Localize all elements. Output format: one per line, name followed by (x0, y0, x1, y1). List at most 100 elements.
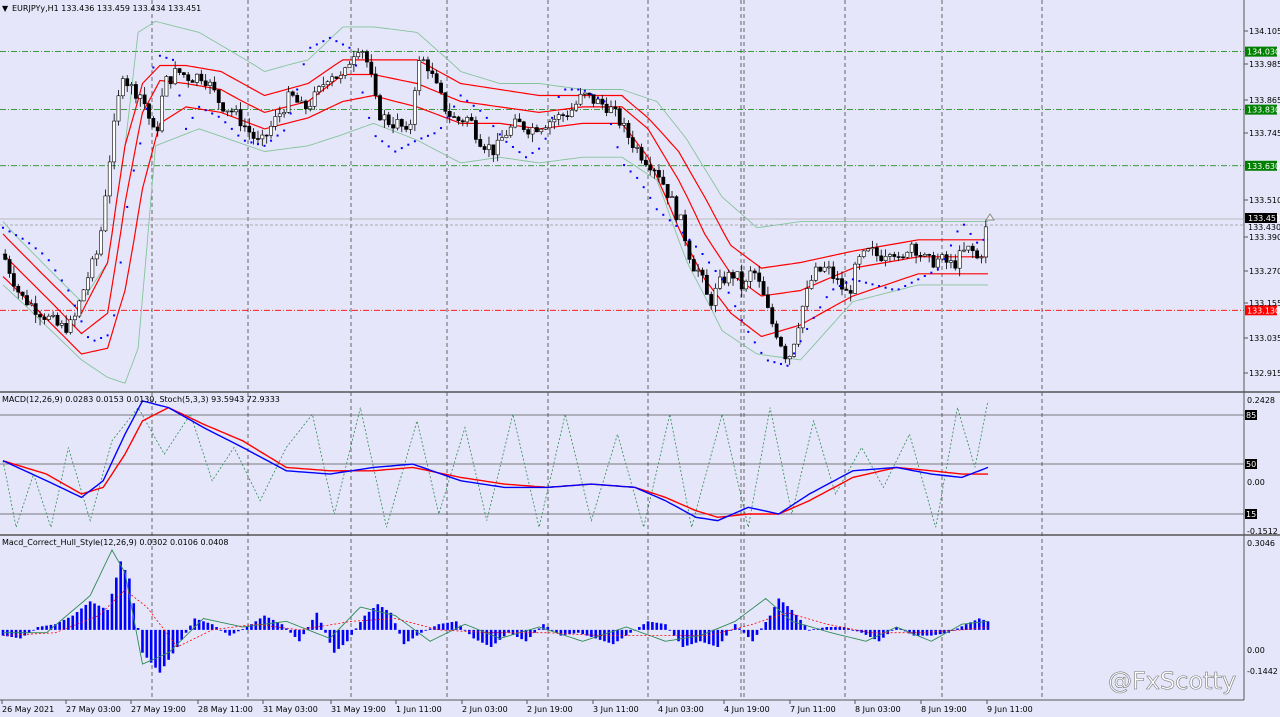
candle-body (469, 117, 474, 121)
psar-dot (86, 336, 89, 339)
candle-body (696, 269, 701, 272)
hull-histogram-bar (655, 622, 659, 630)
hull-histogram-bar (986, 621, 990, 630)
psar-dot (485, 116, 488, 119)
time-tick-label: 8 Jun 03:00 (855, 705, 901, 714)
hull-histogram-bar (581, 629, 584, 635)
hull-histogram-bar (812, 629, 815, 630)
psar-dot (361, 91, 364, 94)
psar-dot (348, 46, 351, 49)
hull-histogram-bar (402, 629, 406, 645)
hull-histogram-bar (620, 629, 624, 639)
candle-body (225, 110, 230, 113)
psar-dot (328, 36, 331, 39)
price-tick-label: 133.510 (1249, 196, 1280, 205)
candle-body (757, 272, 762, 282)
candle-body (726, 272, 731, 284)
candle-body (177, 68, 182, 73)
candle-body (748, 270, 753, 282)
psar-dot (518, 151, 521, 154)
psar-dot (760, 351, 763, 354)
hull-histogram-bar (245, 627, 249, 630)
hull-histogram-bar (136, 627, 140, 630)
candle-body (731, 272, 735, 279)
candle-body (277, 113, 282, 117)
candle-body (439, 82, 443, 93)
candle-body (600, 98, 605, 105)
candle-body (709, 294, 714, 306)
psar-dot (8, 230, 11, 233)
candle-body (770, 307, 775, 325)
psar-dot (655, 208, 658, 211)
candle-body (81, 289, 86, 302)
hull-histogram-bar (590, 629, 593, 638)
ask-price-label: 133.430 (1248, 223, 1280, 232)
candle-body (395, 119, 400, 129)
candle-body (125, 78, 130, 87)
candle-body (25, 295, 29, 306)
psar-dot (472, 104, 475, 107)
psar-dot (662, 213, 665, 216)
psar-dot (708, 261, 711, 264)
candle-body (578, 93, 583, 105)
hull-histogram-bar (869, 629, 872, 638)
hull-histogram-bar (738, 628, 741, 630)
time-tick-label: 4 Jun 03:00 (658, 705, 704, 714)
psar-dot (2, 226, 4, 229)
hull-histogram-bar (725, 629, 728, 636)
candle-body (51, 314, 56, 317)
candle-body (691, 259, 696, 272)
candle-body (552, 119, 557, 123)
candle-body (657, 170, 661, 178)
hull-histogram-bar (36, 627, 40, 630)
trading-chart[interactable]: 134.030133.830133.630133.130 ▼ EURJPYy,H… (0, 0, 1280, 717)
hull-histogram-bar (219, 629, 223, 631)
candle-body (473, 120, 478, 140)
chart-menu-icon[interactable]: ▼ (2, 4, 9, 13)
psar-dot (779, 362, 782, 365)
psar-dot (204, 109, 207, 112)
candle-body (99, 230, 103, 255)
candle-body (953, 260, 958, 269)
hull-histogram-bar (141, 629, 144, 653)
candle-body (818, 266, 823, 272)
time-tick-label: 4 Jun 19:00 (724, 705, 770, 714)
psar-dot (930, 271, 933, 274)
candle-body (648, 164, 653, 171)
candle-body (521, 121, 526, 130)
candle-body (927, 254, 932, 256)
candle-body (68, 319, 73, 333)
psar-dot (551, 116, 554, 119)
candle-body (242, 125, 247, 128)
psar-dot (740, 319, 743, 322)
psar-dot (335, 40, 338, 43)
candle-body (356, 52, 361, 58)
candle-body (3, 253, 8, 260)
hull-histogram-bar (302, 629, 306, 635)
psar-dot (590, 93, 593, 96)
psar-dot (891, 288, 894, 291)
hull-histogram-bar (642, 624, 645, 630)
psar-dot (21, 237, 24, 240)
hull-histogram-bar (359, 622, 362, 630)
psar-dot (714, 270, 717, 272)
candle-body (949, 260, 953, 263)
time-tick-label: 2 Jun 03:00 (462, 705, 508, 714)
psar-dot (60, 279, 63, 282)
candle-body (643, 159, 648, 166)
time-tick-label: 3 Jun 11:00 (593, 705, 639, 714)
hull-histogram-bar (834, 627, 837, 630)
hull-histogram-bar (925, 629, 929, 636)
price-tick-label: 133.035 (1249, 334, 1280, 343)
candle-body (391, 124, 395, 129)
candle-body (456, 116, 461, 121)
psar-dot (747, 330, 750, 333)
psar-dot (381, 140, 384, 143)
psar-dot (897, 288, 900, 291)
hull-histogram-bar (755, 629, 759, 635)
hull-histogram-bar (407, 629, 410, 642)
candle-body (591, 94, 596, 104)
candle-body (29, 303, 34, 306)
hull-histogram-bar (930, 629, 933, 636)
hull-histogram-bar (346, 629, 349, 642)
